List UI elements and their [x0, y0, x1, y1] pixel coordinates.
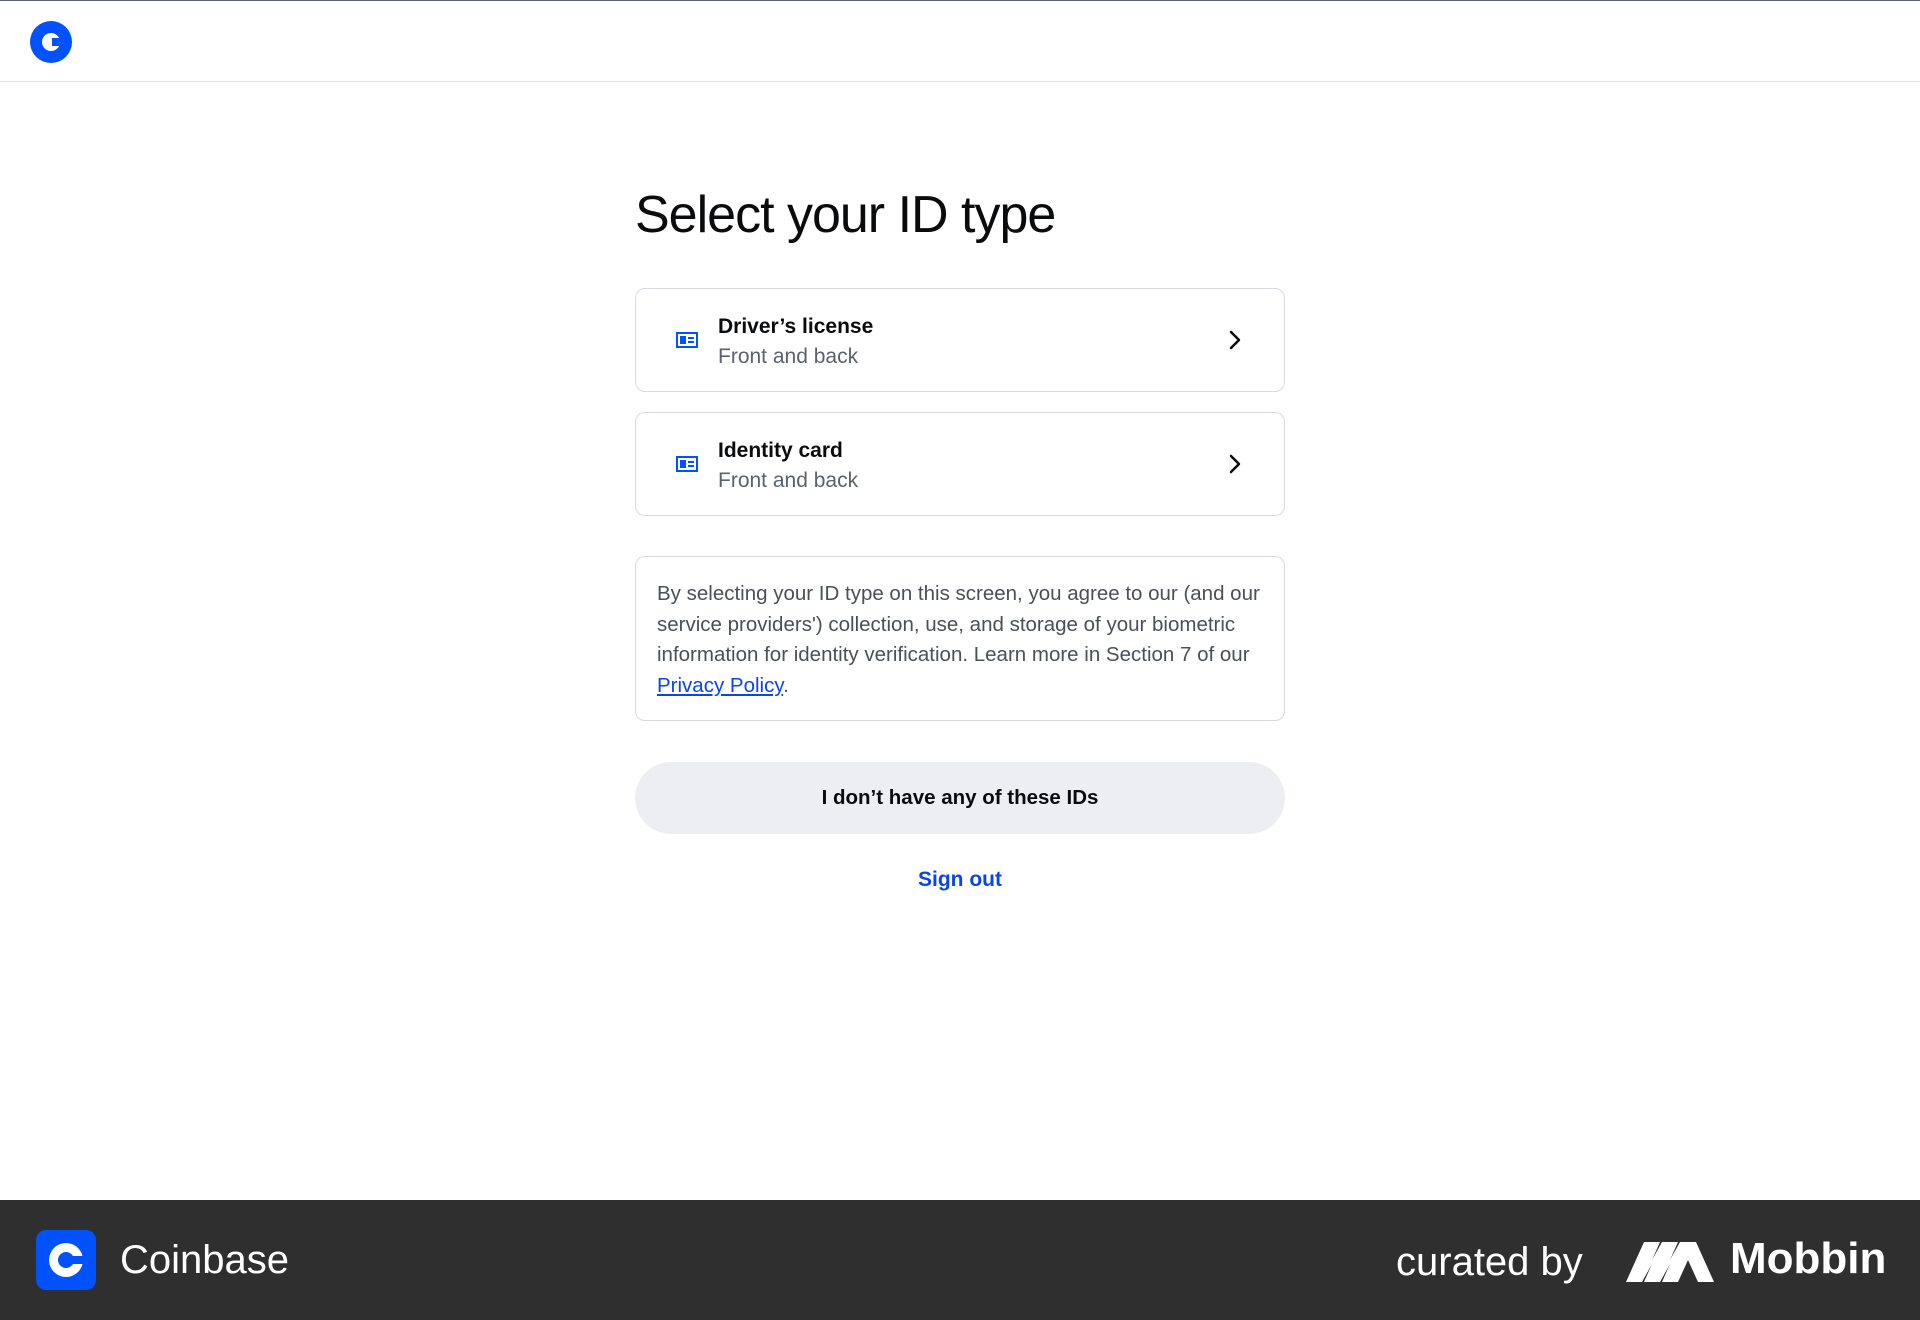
mobbin-brand-name: Mobbin	[1730, 1234, 1887, 1283]
id-card-icon	[676, 456, 698, 472]
footer-banner: Coinbase curated by Mobbin	[0, 1200, 1920, 1320]
coinbase-app-icon	[36, 1230, 96, 1290]
notice-text: By selecting your ID type on this screen…	[657, 582, 1260, 666]
no-ids-button[interactable]: I don’t have any of these IDs	[635, 762, 1285, 834]
footer-brand-name: Coinbase	[120, 1238, 290, 1282]
curated-by-label: curated by	[1396, 1240, 1583, 1284]
top-bar	[0, 0, 1920, 82]
option-subtitle: Front and back	[718, 345, 859, 368]
notice-end: .	[783, 673, 789, 697]
option-drivers-license[interactable]: Driver’s license Front and back	[635, 288, 1285, 392]
id-card-icon	[676, 332, 698, 348]
option-title: Driver’s license	[718, 315, 874, 338]
option-subtitle: Front and back	[718, 469, 859, 492]
chevron-right-icon	[1229, 330, 1241, 350]
sign-out-link[interactable]: Sign out	[900, 868, 1020, 892]
main-content: Select your ID type Driver’s license Fro…	[635, 180, 1285, 892]
chevron-right-icon	[1229, 454, 1241, 474]
privacy-policy-link[interactable]: Privacy Policy	[657, 674, 783, 697]
page-title: Select your ID type	[635, 186, 1056, 244]
option-identity-card[interactable]: Identity card Front and back	[635, 412, 1285, 516]
coinbase-logo-icon[interactable]	[30, 21, 72, 63]
biometric-consent-notice: By selecting your ID type on this screen…	[635, 556, 1285, 721]
option-title: Identity card	[718, 439, 843, 462]
mobbin-logo-icon	[1626, 1242, 1714, 1282]
